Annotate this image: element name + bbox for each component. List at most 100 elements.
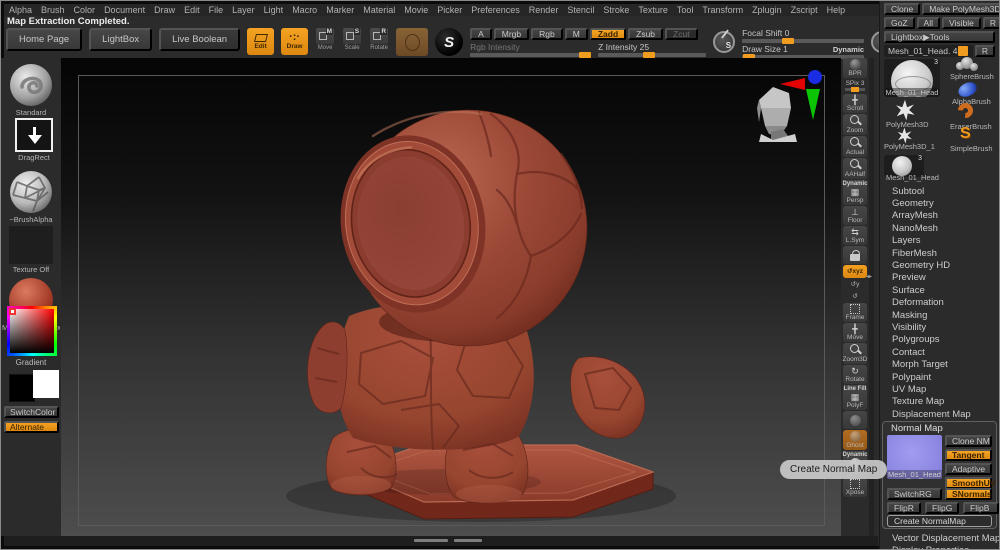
rotate-xyz-button[interactable]: ↺xyz: [843, 265, 867, 278]
sphere-brush-item[interactable]: [956, 57, 978, 71]
tool-section-row[interactable]: Preview: [880, 272, 997, 284]
tool-slider[interactable]: Mesh_01_Head. 49: [884, 45, 973, 57]
tool-section-row[interactable]: Texture Map: [880, 396, 997, 408]
dynamic-toggle[interactable]: Dynamic: [833, 45, 864, 54]
menu-item[interactable]: Preferences: [471, 5, 520, 15]
menu-item[interactable]: Picker: [437, 5, 462, 15]
menu-item[interactable]: Layer: [232, 5, 255, 15]
tool-section-row[interactable]: Deformation: [880, 297, 997, 309]
secondary-color-swatch[interactable]: [33, 370, 59, 398]
gizmo-y-axis-icon[interactable]: [806, 89, 820, 120]
menu-item[interactable]: Transform: [702, 5, 743, 15]
tool-section-row[interactable]: Layers: [880, 235, 997, 247]
tool-section-row[interactable]: UV Map: [880, 383, 997, 395]
rgb-intensity-slider[interactable]: Rgb Intensity: [470, 42, 588, 57]
current-alpha-button[interactable]: ~BrushAlpha: [9, 170, 53, 224]
current-stroke-button[interactable]: DragRect: [12, 118, 56, 162]
tool-section-row[interactable]: FiberMesh: [880, 247, 997, 259]
hscroll-segment[interactable]: [454, 539, 482, 542]
menu-item[interactable]: Help: [827, 5, 846, 15]
xpose-button[interactable]: Xpose: [843, 478, 867, 497]
edit-button[interactable]: Edit: [247, 28, 274, 55]
menu-item[interactable]: Stencil: [567, 5, 594, 15]
lightbox-button[interactable]: LightBox: [89, 28, 152, 51]
scale-button[interactable]: S Scale: [342, 28, 362, 51]
tool-section-row[interactable]: Polypaint: [880, 371, 997, 383]
zsub-button[interactable]: Zsub: [628, 28, 663, 40]
tool-section-row[interactable]: NanoMesh: [880, 222, 997, 234]
tool-section-row[interactable]: Morph Target: [880, 358, 997, 370]
alpha-preview-button[interactable]: S: [435, 28, 463, 56]
scroll-button[interactable]: ╋ Scroll: [843, 94, 867, 113]
simple-brush-item[interactable]: S: [960, 125, 971, 143]
z-intensity-slider[interactable]: Z Intensity 25: [598, 42, 706, 57]
focal-shift-slider[interactable]: [742, 39, 864, 43]
focal-shift-knob[interactable]: S: [713, 31, 735, 53]
sculpt-model[interactable]: [61, 58, 841, 539]
alpha-brush-item[interactable]: [958, 83, 977, 96]
rotate-3d-button[interactable]: ↻ Rotate: [843, 365, 867, 384]
menu-item[interactable]: Tool: [677, 5, 694, 15]
ghost-button[interactable]: Ghost: [843, 430, 867, 450]
menu-item[interactable]: Zplugin: [752, 5, 782, 15]
zcut-button[interactable]: Zcut: [665, 28, 698, 40]
frame-button[interactable]: Frame: [843, 303, 867, 322]
tool-section-row[interactable]: Displacement Map: [880, 408, 997, 420]
switch-color-button[interactable]: SwitchColor: [4, 406, 59, 418]
gizmo-x-axis-icon[interactable]: [780, 78, 805, 90]
tool-section-row[interactable]: Surface: [880, 284, 997, 296]
transp-lock-button[interactable]: [843, 246, 867, 264]
color-picker[interactable]: [7, 306, 57, 356]
spix-slider[interactable]: SPix 3: [843, 79, 867, 93]
alternate-button[interactable]: Alternate: [4, 421, 59, 433]
tool-section-row[interactable]: Subtool: [880, 185, 997, 197]
tool-section-row[interactable]: Polygroups: [880, 334, 997, 346]
switchrg-button[interactable]: SwitchRG: [887, 488, 942, 500]
hscroll-segment[interactable]: [414, 539, 448, 542]
persp-button[interactable]: Dynamic ▦ Persp: [843, 180, 867, 205]
zoom-button[interactable]: Zoom: [843, 114, 867, 135]
menu-item[interactable]: Render: [529, 5, 559, 15]
menu-item[interactable]: Alpha: [9, 5, 32, 15]
menu-item[interactable]: Draw: [154, 5, 175, 15]
menu-item[interactable]: Stroke: [603, 5, 629, 15]
clone-button[interactable]: Clone: [884, 3, 920, 15]
main-color-swatch[interactable]: [9, 374, 35, 402]
divider-arrows-icon[interactable]: ◂▸: [866, 274, 872, 280]
bpr-button[interactable]: BPR: [843, 58, 867, 78]
move-button[interactable]: M Move: [315, 28, 335, 51]
menu-item[interactable]: Marker: [326, 5, 354, 15]
transp-button[interactable]: [843, 411, 867, 429]
floor-button[interactable]: ⊥ Floor: [843, 206, 867, 225]
normal-map-thumbnail[interactable]: Mesh_01_Head: [887, 435, 942, 479]
create-normalmap-button[interactable]: Create NormalMap: [887, 515, 992, 527]
menu-item[interactable]: Edit: [184, 5, 200, 15]
gradient-label[interactable]: Gradient: [1, 358, 61, 367]
slider-handle[interactable]: [958, 46, 968, 56]
goz-button[interactable]: GoZ: [884, 17, 915, 29]
gizmo-z-axis-icon[interactable]: [808, 70, 822, 84]
r-export-button[interactable]: R: [983, 17, 1000, 29]
menu-item[interactable]: Material: [363, 5, 395, 15]
snormals-button[interactable]: SNormals: [945, 488, 992, 500]
stroke-preview-button[interactable]: [396, 28, 428, 56]
tool-section-row[interactable]: ArrayMesh: [880, 210, 997, 222]
menu-item[interactable]: Brush: [41, 5, 65, 15]
move-3d-button[interactable]: ╋ Move: [843, 323, 867, 342]
menu-item[interactable]: Texture: [638, 5, 668, 15]
flipb-button[interactable]: FlipB: [963, 502, 999, 514]
actual-button[interactable]: Actual: [843, 136, 867, 157]
lightbox-tools-button[interactable]: Lightbox▶Tools: [884, 31, 995, 43]
visible-button[interactable]: Visible: [942, 17, 981, 29]
flipr-button[interactable]: FlipR: [887, 502, 921, 514]
rotate-y-button[interactable]: ↺y: [843, 279, 867, 290]
tool-section-row[interactable]: Masking: [880, 309, 997, 321]
home-page-button[interactable]: Home Page: [6, 28, 82, 51]
vector-displacement-section[interactable]: Vector Displacement Map: [892, 533, 1000, 544]
zoom3d-button[interactable]: Zoom3D: [843, 343, 867, 364]
live-boolean-button[interactable]: Live Boolean: [159, 28, 240, 51]
polyframe-button[interactable]: Line Fill ▦ PolyF: [843, 385, 867, 410]
menu-item[interactable]: Light: [264, 5, 284, 15]
aahalf-button[interactable]: AAHalf: [843, 158, 867, 179]
menu-item[interactable]: Color: [74, 5, 96, 15]
